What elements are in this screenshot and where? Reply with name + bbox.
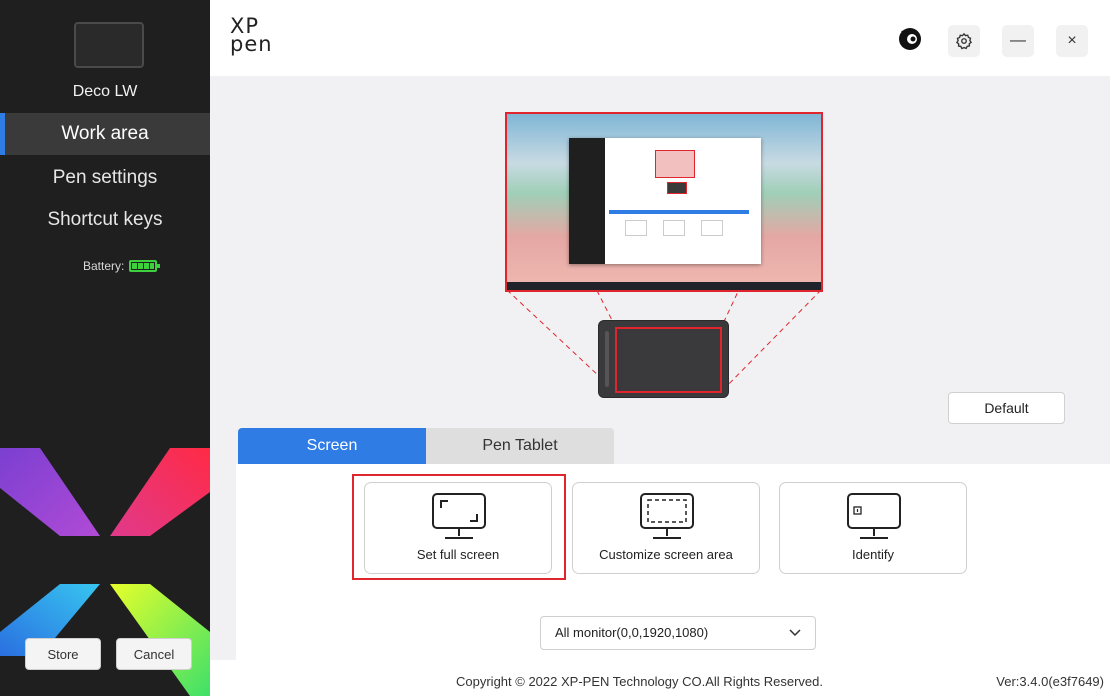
preview-app-window <box>569 138 761 264</box>
pen-tablet-graphic <box>598 320 729 398</box>
set-full-screen-button[interactable]: Set full screen <box>364 482 552 574</box>
minimize-button[interactable]: — <box>1002 25 1034 57</box>
default-button[interactable]: Default <box>948 392 1065 424</box>
cancel-button[interactable]: Cancel <box>116 638 192 670</box>
monitor-select[interactable]: All monitor(0,0,1920,1080) <box>540 616 816 650</box>
mapping-tabs: Screen Pen Tablet <box>238 428 614 464</box>
device-thumbnail <box>74 22 144 68</box>
version-text: Ver:3.4.0(e3f7649) <box>996 674 1104 689</box>
identify-label: Identify <box>852 547 894 562</box>
sidebar-item-pen-settings[interactable]: Pen settings <box>0 157 210 199</box>
footer: Copyright © 2022 XP-PEN Technology CO.Al… <box>210 660 1110 696</box>
settings-button[interactable] <box>948 25 980 57</box>
identify-monitor-icon <box>847 493 901 539</box>
full-screen-monitor-icon <box>432 493 486 539</box>
battery-icon <box>129 260 161 272</box>
screen-options-panel: Set full screen Customize screen area Id… <box>236 464 1110 660</box>
store-button[interactable]: Store <box>25 638 101 670</box>
set-full-screen-label: Set full screen <box>416 547 500 562</box>
monitor-select-value: All monitor(0,0,1920,1080) <box>555 625 709 640</box>
tab-screen[interactable]: Screen <box>238 428 426 464</box>
customize-screen-area-button[interactable]: Customize screen area <box>572 482 760 574</box>
xp-pen-logo: XP pen <box>230 16 273 56</box>
work-area-panel: Default Screen Pen Tablet Set full scree… <box>210 76 1110 660</box>
top-bar: XP pen — × <box>210 0 1110 76</box>
gear-icon <box>955 32 973 50</box>
customize-screen-area-label: Customize screen area <box>599 547 733 562</box>
minimize-icon: — <box>1010 32 1026 49</box>
tab-pen-tablet[interactable]: Pen Tablet <box>426 428 614 464</box>
custom-area-monitor-icon <box>640 493 694 539</box>
sidebar: Deco LW Work area Pen settings Shortcut … <box>0 0 210 696</box>
sidebar-item-shortcut-keys[interactable]: Shortcut keys <box>0 199 210 241</box>
close-button[interactable]: × <box>1056 25 1088 57</box>
logo-line-2: pen <box>230 32 273 56</box>
app-logo-icon[interactable] <box>898 27 922 51</box>
device-name: Deco LW <box>72 83 138 100</box>
tablet-active-area <box>615 327 722 393</box>
identify-button[interactable]: Identify <box>779 482 967 574</box>
copyright-text: Copyright © 2022 XP-PEN Technology CO.Al… <box>456 674 824 689</box>
chevron-down-icon <box>789 617 801 661</box>
battery-status: Battery: <box>83 259 161 273</box>
battery-label: Battery: <box>83 259 125 273</box>
screen-preview <box>505 112 823 292</box>
sidebar-item-work-area[interactable]: Work area <box>0 113 210 155</box>
close-icon: × <box>1067 32 1077 49</box>
